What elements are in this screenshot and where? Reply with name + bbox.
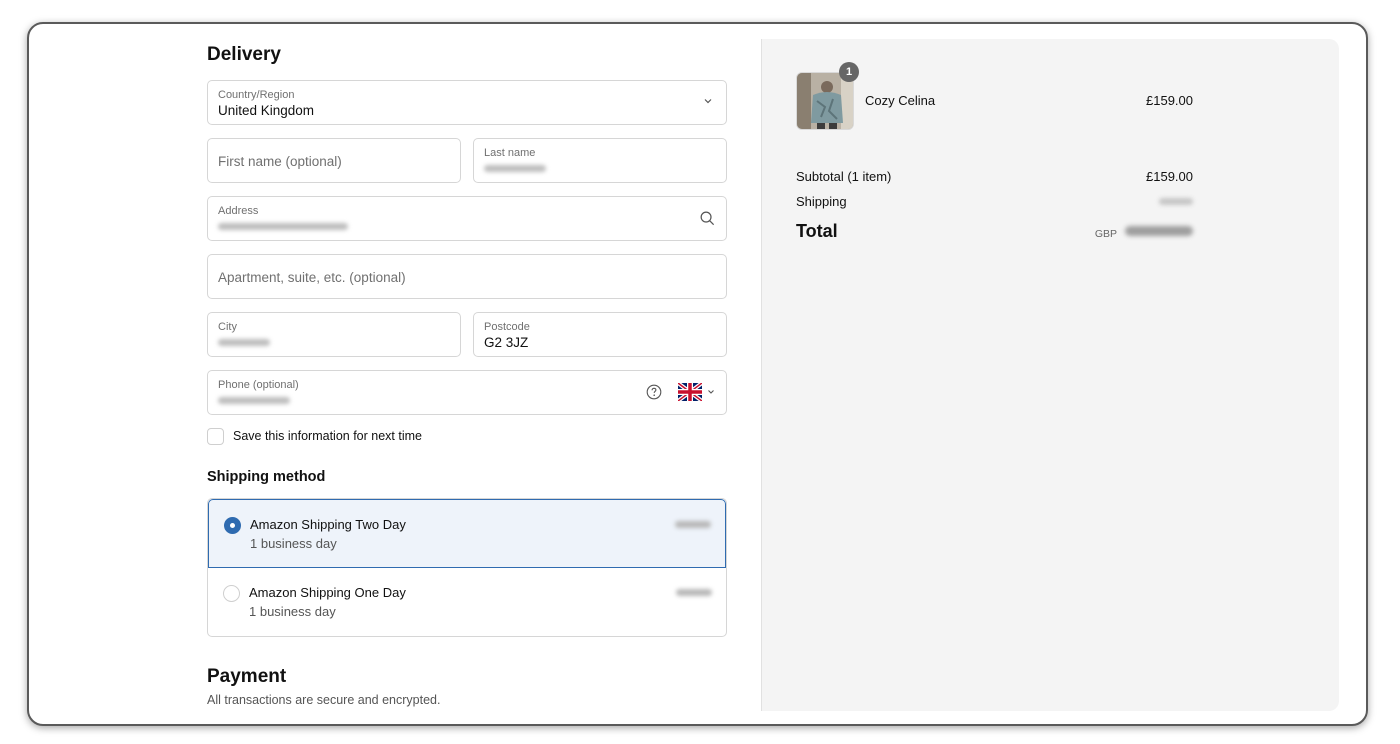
shipping-method-heading: Shipping method [207,469,326,485]
product-name: Cozy Celina [865,93,936,108]
city-label: City [218,321,237,333]
payment-subtitle: All transactions are secure and encrypte… [207,693,441,707]
save-info-label: Save this information for next time [233,429,422,443]
first-name-placeholder: First name (optional) [218,154,342,169]
chevron-down-icon[interactable] [707,388,715,396]
total-label: Total [796,221,838,241]
shipping-option-price-redacted [675,521,711,528]
country-value: United Kingdom [218,103,315,118]
total-value-redacted [1125,226,1193,236]
shipping-radio-selected[interactable] [224,517,241,534]
order-summary: 1 Cozy Celina £159.00 Subtotal (1 item) … [761,39,1339,711]
address-field[interactable]: Address [207,196,727,241]
city-value-redacted [218,339,270,346]
first-name-field[interactable]: First name (optional) [207,138,461,183]
chevron-down-icon [704,99,712,104]
postcode-value: G2 3JZ [484,335,529,350]
last-name-value-redacted [484,165,546,172]
shipping-value-redacted [1159,198,1193,205]
search-icon[interactable] [699,210,716,227]
shipping-option-name: Amazon Shipping Two Day [250,517,406,532]
phone-field[interactable]: Phone (optional) [207,370,727,415]
phone-value-redacted [218,397,290,404]
shipping-option-price-redacted [676,589,712,596]
phone-label: Phone (optional) [218,379,299,391]
apartment-field[interactable]: Apartment, suite, etc. (optional) [207,254,727,299]
browser-window: Delivery Country/Region United Kingdom F… [27,22,1368,726]
postcode-label: Postcode [484,321,530,333]
total-currency: GBP [1094,228,1117,240]
shipping-option-two-day[interactable]: Amazon Shipping Two Day 1 business day [208,499,726,568]
last-name-label: Last name [484,147,536,159]
shipping-option-one-day[interactable]: Amazon Shipping One Day 1 business day [208,568,726,636]
shipping-options: Amazon Shipping Two Day 1 business day A… [207,498,727,637]
country-label: Country/Region [218,89,295,101]
save-info-checkbox[interactable] [207,428,224,445]
subtotal-label: Subtotal (1 item) [796,169,892,184]
product-price: £159.00 [1146,93,1193,108]
country-select[interactable]: Country/Region United Kingdom [207,80,727,125]
delivery-heading: Delivery [207,44,281,65]
uk-flag-icon[interactable] [678,383,702,401]
shipping-label: Shipping [796,194,847,209]
checkout-form: Delivery Country/Region United Kingdom F… [207,24,727,724]
payment-heading: Payment [207,666,287,687]
apartment-placeholder: Apartment, suite, etc. (optional) [218,270,406,285]
shipping-option-name: Amazon Shipping One Day [249,585,406,600]
shipping-option-eta: 1 business day [250,536,337,551]
shipping-radio[interactable] [223,585,240,602]
help-circle-icon[interactable] [646,384,662,400]
address-label: Address [218,205,259,217]
city-field[interactable]: City [207,312,461,357]
subtotal-value: £159.00 [1146,169,1193,184]
shipping-option-eta: 1 business day [249,604,336,619]
last-name-field[interactable]: Last name [473,138,727,183]
quantity-badge: 1 [839,62,859,82]
postcode-field[interactable]: Postcode G2 3JZ [473,312,727,357]
address-value-redacted [218,223,348,230]
